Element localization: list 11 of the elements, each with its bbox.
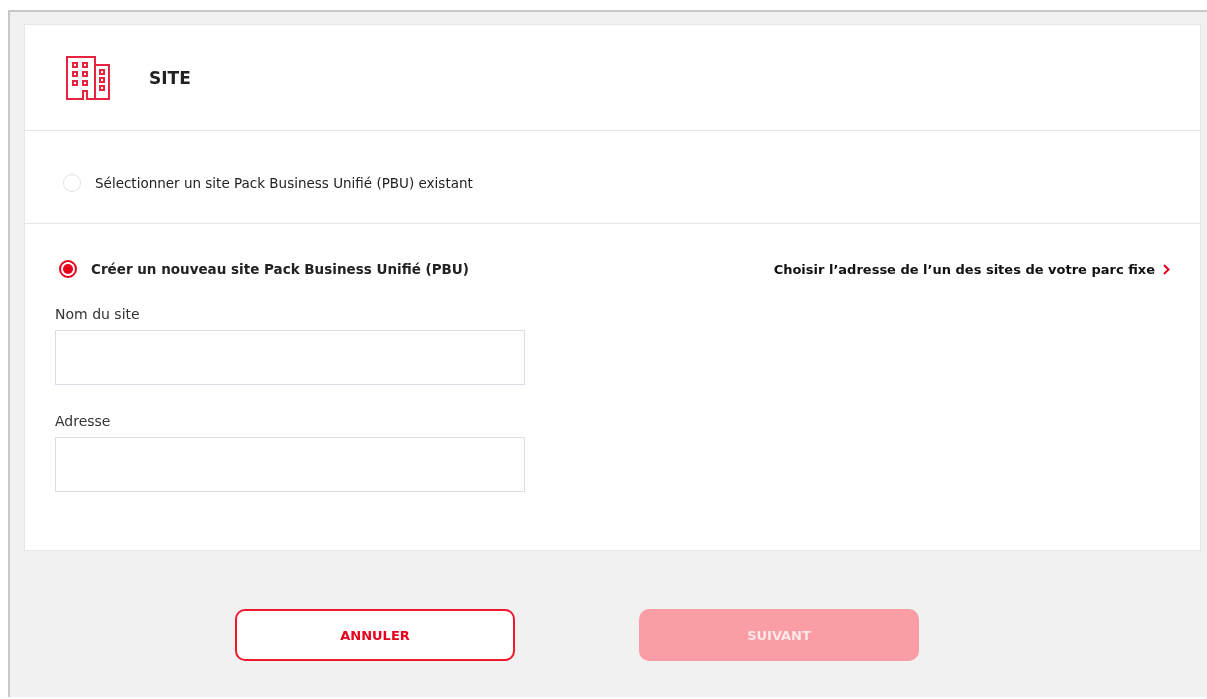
field-label: Adresse	[55, 413, 112, 429]
address-link[interactable]: Choisir l’adresse de l’un des sites de votre parc fixe	[773, 261, 1170, 277]
cancel-button[interactable]: ANNULER	[235, 609, 515, 661]
input-field[interactable]	[55, 330, 525, 385]
chevron-icon	[1163, 263, 1170, 275]
section-title: SITE	[149, 67, 191, 88]
field-label: Nom du site	[55, 306, 141, 322]
radio-option[interactable]: Sélectionner un site Pack Business Unifié (PBU) existant	[63, 174, 473, 192]
input-field[interactable]	[55, 437, 525, 492]
radio-option[interactable]: Créer un nouveau site Pack Business Unifié (PBU)	[59, 260, 469, 278]
building-icon	[65, 54, 111, 101]
